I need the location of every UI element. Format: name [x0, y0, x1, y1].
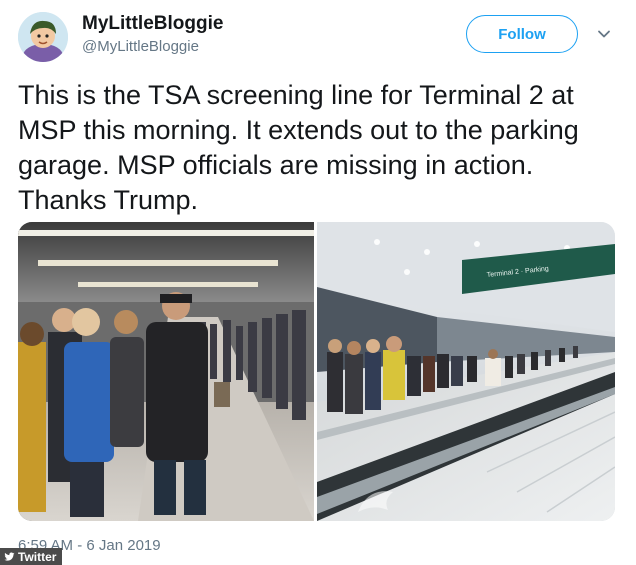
photo-moving-walkway[interactable]: Terminal 2 · Parking [317, 222, 615, 521]
author-avatar[interactable] [18, 12, 68, 62]
author-display-name[interactable]: MyLittleBloggie [82, 13, 223, 35]
cartoon-avatar-icon [18, 12, 68, 62]
author-handle[interactable]: @MyLittleBloggie [82, 38, 199, 55]
chevron-down-icon[interactable] [596, 26, 612, 42]
watermark-logo-icon [358, 491, 393, 512]
bird-icon [4, 552, 15, 561]
photo-screening-line[interactable] [18, 222, 314, 521]
tweet-card: MyLittleBloggie @MyLittleBloggie Follow … [0, 0, 636, 565]
tweet-text: This is the TSA screening line for Termi… [18, 80, 579, 215]
twitter-brand-badge: Twitter [0, 548, 63, 565]
brand-label: Twitter [18, 549, 57, 564]
tweet-media[interactable]: Terminal 2 · Parking [18, 222, 615, 521]
follow-button[interactable]: Follow [466, 15, 578, 53]
